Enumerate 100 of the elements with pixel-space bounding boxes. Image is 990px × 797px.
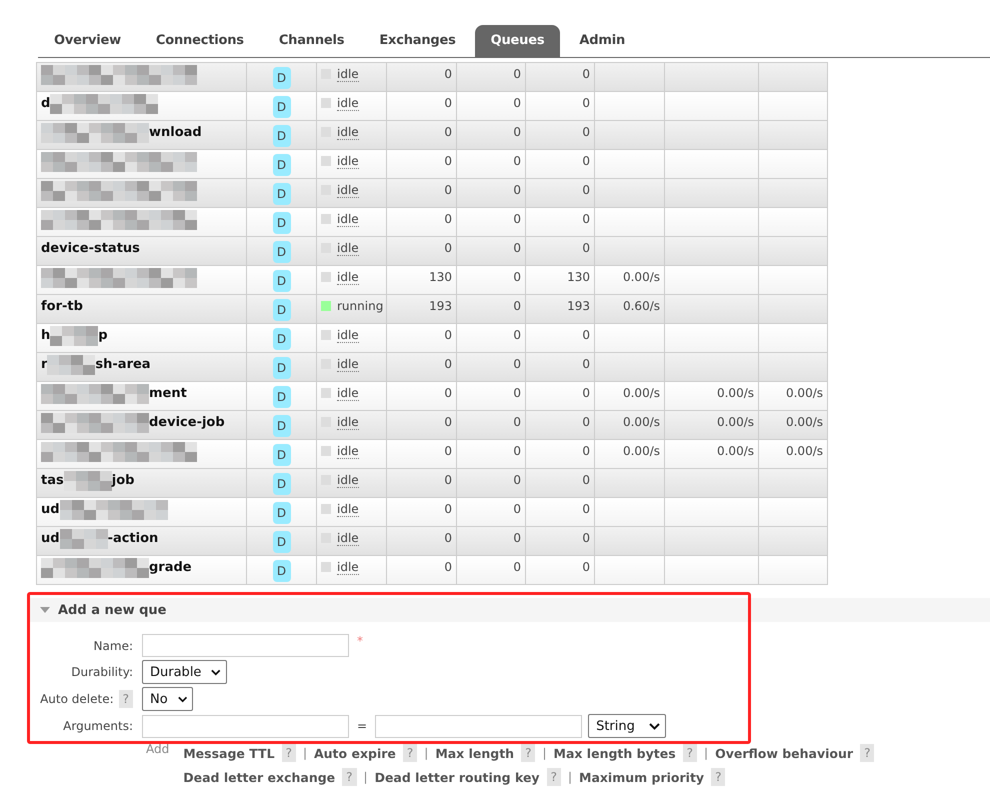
section-header[interactable]: Add a new que [28, 598, 990, 622]
field-label: Auto delete: [40, 692, 114, 706]
count-value: 130 [429, 270, 452, 284]
caret-icon [178, 696, 187, 702]
durable-badge: D [272, 415, 290, 437]
state-label: idle [337, 154, 359, 169]
queue-name[interactable]: ment [149, 386, 187, 401]
argument-link[interactable]: Max length bytes [554, 746, 676, 760]
argument-link[interactable]: Overflow behaviour [715, 746, 854, 760]
state-label: idle [337, 212, 359, 227]
rate-value: 0.00/s [716, 444, 754, 458]
queue-name[interactable]: p [98, 328, 108, 343]
count-value: 0 [444, 125, 452, 139]
state-label: idle [337, 270, 359, 285]
count-value: 0 [582, 386, 590, 400]
queue-name[interactable]: ud [41, 531, 60, 546]
count-value: 0 [513, 154, 521, 168]
queue-name[interactable]: h [41, 328, 50, 343]
dropdown[interactable]: String [588, 714, 666, 738]
durable-badge: D [272, 154, 290, 176]
state-label: idle [337, 241, 359, 256]
queue-name[interactable]: -action [108, 531, 158, 546]
argument-link[interactable]: Maximum priority [579, 770, 704, 784]
nav-tab[interactable]: Overview [38, 25, 137, 57]
collapse-triangle-icon[interactable] [40, 607, 50, 613]
rate-value: 0.00/s [716, 415, 754, 429]
argument-link[interactable]: Dead letter routing key [374, 770, 540, 784]
queue-name[interactable]: tas [41, 473, 64, 488]
durable-badge: D [272, 328, 290, 350]
count-value: 0 [444, 212, 452, 226]
count-value: 0 [513, 473, 521, 487]
count-value: 193 [429, 299, 452, 313]
count-value: 0 [513, 444, 521, 458]
durable-badge: D [272, 270, 290, 292]
section-title: Add a new que [58, 602, 166, 618]
count-value: 0 [513, 415, 521, 429]
durable-badge: D [272, 560, 290, 582]
queue-name[interactable]: for-tb [41, 299, 83, 314]
field-label: Durability: [71, 665, 133, 679]
count-value: 0 [513, 67, 521, 81]
count-value: 0 [582, 241, 590, 255]
queue-name[interactable]: grade [149, 560, 192, 575]
durable-badge: D [272, 531, 290, 553]
state-label: idle [337, 502, 359, 517]
argument-link[interactable]: Auto expire [314, 746, 396, 760]
count-value: 0 [444, 357, 452, 371]
nav-tab[interactable]: Connections [140, 25, 260, 57]
count-value: 0 [444, 444, 452, 458]
queue-name[interactable]: d [41, 96, 50, 111]
count-value: 0 [582, 502, 590, 516]
count-value: 0 [444, 386, 452, 400]
count-value: 0 [444, 531, 452, 545]
dropdown[interactable]: Durable [142, 660, 227, 684]
nav-tab[interactable]: Channels [262, 25, 360, 57]
count-value: 0 [582, 67, 590, 81]
rate-value: 0.00/s [622, 415, 660, 429]
queue-name[interactable]: r [41, 357, 48, 372]
nav-tab[interactable]: Queues [474, 25, 560, 57]
input-field[interactable] [375, 714, 582, 738]
count-value: 0 [582, 560, 590, 574]
count-value: 0 [582, 328, 590, 342]
rate-value: 0.00/s [716, 386, 754, 400]
count-value: 0 [582, 96, 590, 110]
separator: | [704, 746, 708, 760]
nav-tab[interactable]: Admin [563, 25, 642, 57]
argument-link[interactable]: Max length [435, 746, 514, 760]
rate-value: 0.60/s [622, 299, 660, 313]
durable-badge: D [272, 125, 290, 147]
count-value: 0 [582, 444, 590, 458]
caret-icon [649, 722, 660, 730]
durable-badge: D [272, 502, 290, 524]
durable-badge: D [272, 212, 290, 234]
queue-name[interactable]: ud [41, 502, 60, 517]
count-value: 0 [582, 415, 590, 429]
count-value: 0 [513, 241, 521, 255]
count-value: 0 [582, 154, 590, 168]
state-label: idle [337, 357, 359, 372]
state-label: idle [337, 67, 359, 82]
count-value: 193 [567, 299, 590, 313]
input-field[interactable] [142, 634, 349, 657]
separator: | [424, 746, 428, 760]
count-value: 0 [513, 560, 521, 574]
rate-value: 0.00/s [622, 386, 660, 400]
argument-link[interactable]: Message TTL [183, 746, 275, 760]
queue-name[interactable]: job [112, 473, 134, 488]
equals-sign: = [357, 719, 368, 733]
queue-name[interactable]: device-job [149, 415, 225, 430]
input-field[interactable] [142, 714, 349, 738]
field-label: Name: [94, 638, 133, 652]
state-label: idle [337, 96, 359, 111]
dropdown[interactable]: No [142, 687, 193, 711]
argument-link[interactable]: Dead letter exchange [183, 770, 336, 784]
nav-tab[interactable]: Exchanges [363, 25, 472, 57]
state-label: idle [337, 386, 359, 401]
queue-name[interactable]: sh-area [95, 357, 151, 372]
count-value: 0 [444, 415, 452, 429]
state-label: idle [337, 328, 359, 343]
durable-badge: D [272, 96, 290, 118]
count-value: 0 [582, 183, 590, 197]
queue-name[interactable]: wnload [149, 125, 202, 140]
